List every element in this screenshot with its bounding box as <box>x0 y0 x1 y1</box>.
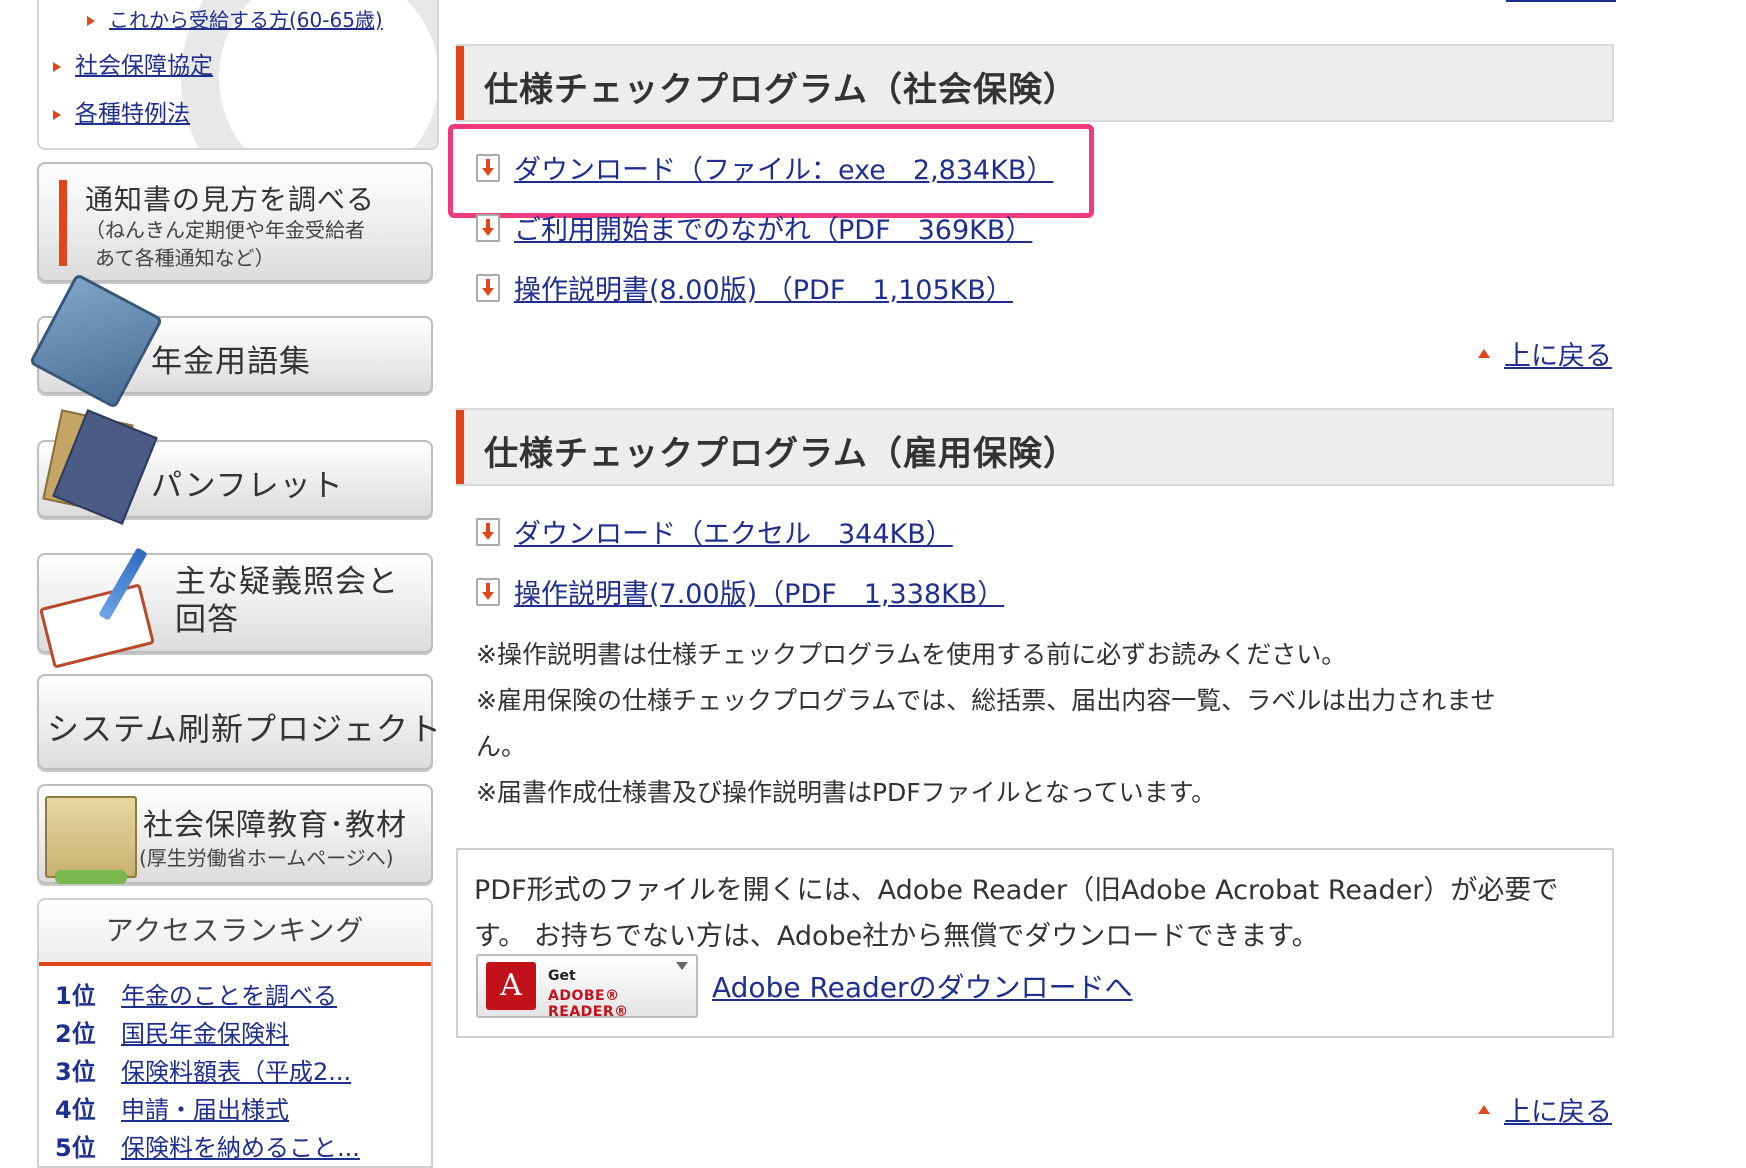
sidebar-item-social-security-agreement: 社会保障協定 <box>53 46 213 80</box>
section-title-employment-insurance: 仕様チェックプログラム（雇用保険） <box>484 434 1078 474</box>
ranking-item: 4位 申請・届出様式 <box>39 1090 431 1128</box>
notice-guide-subtitle: （ねんきん定期便や年金受給者 あて各種通知など） <box>85 216 365 272</box>
social-security-education-button[interactable]: 社会保障教育･教材 (厚生労働省ホームページへ) <box>37 784 433 884</box>
ranking-item: 1位 年金のことを調べる <box>39 976 431 1014</box>
back-to-top-link[interactable]: 上に戻る <box>1504 341 1612 372</box>
system-renewal-button[interactable]: システム刷新プロジェクト <box>37 674 441 770</box>
arrow-right-icon <box>87 16 95 26</box>
ranking-position: 3位 <box>55 1058 96 1086</box>
sidebar-item-pension-60-65: これから受給する方(60-65歳) <box>87 4 383 33</box>
qa-label-line1: 主な疑義照会と <box>175 564 399 600</box>
glossary-button[interactable]: 年金用語集 <box>28 272 433 410</box>
highlight-box <box>448 124 1094 218</box>
download-excel-item: ダウンロード（エクセル 344KB） <box>476 512 953 552</box>
education-sublabel: (厚生労働省ホームページへ) <box>139 846 394 870</box>
school-building-icon <box>45 796 137 884</box>
ranking-link[interactable]: 年金のことを調べる <box>121 982 337 1010</box>
arrow-up-icon <box>1478 349 1490 358</box>
top-link-underline <box>1506 0 1616 2</box>
section-header-employment-insurance: 仕様チェックプログラム（雇用保険） <box>456 408 1614 486</box>
ranking-position: 1位 <box>55 982 96 1010</box>
back-to-top-link-bottom[interactable]: 上に戻る <box>1504 1097 1612 1128</box>
pamphlet-label: パンフレット <box>151 468 344 504</box>
note-line: ん。 <box>476 732 527 761</box>
sidebar-link-social-security-agreement[interactable]: 社会保障協定 <box>75 53 213 79</box>
notice-guide-button[interactable]: 通知書の見方を調べる （ねんきん定期便や年金受給者 あて各種通知など） <box>37 162 433 282</box>
section-header-social-insurance: 仕様チェックプログラム（社会保険） <box>456 44 1614 122</box>
ranking-link[interactable]: 保険料額表（平成2... <box>121 1058 351 1086</box>
adobe-badge-get: Get <box>548 968 576 984</box>
education-label: 社会保障教育･教材 <box>143 808 407 843</box>
download-icon <box>476 577 500 606</box>
ranking-item: 2位 国民年金保険料 <box>39 1014 431 1052</box>
ranking-list: 1位 年金のことを調べる 2位 国民年金保険料 3位 保険料額表（平成2... 4位申… <box>39 966 431 1166</box>
notes: ※操作説明書は仕様チェックプログラムを使用する前に必ずお読みください。 ※雇用保… <box>476 632 1596 816</box>
sidebar-link-special-laws[interactable]: 各種特例法 <box>75 101 190 127</box>
note-line: ※雇用保険の仕様チェックプログラムでは、総括票、届出内容一覧、ラベルは出力されま… <box>476 686 1496 715</box>
flow-pdf-link[interactable]: ご利用開始までのながれ（PDF 369KB） <box>514 215 1032 246</box>
flow-pdf-item: ご利用開始までのながれ（PDF 369KB） <box>476 208 1032 248</box>
manual-7-link[interactable]: 操作説明書(7.00版)（PDF 1,338KB） <box>514 579 1004 610</box>
main-content: 仕様チェックプログラム（社会保険） ダウンロード（ファイル：exe 2,834K… <box>448 0 1616 1158</box>
ranking-position: 4位 <box>55 1096 96 1124</box>
sidebar-top-links: これから受給する方(60-65歳) 社会保障協定 各種特例法 <box>37 0 439 150</box>
manual-7-item: 操作説明書(7.00版)（PDF 1,338KB） <box>476 572 1004 612</box>
back-to-top-bottom: 上に戻る <box>1478 1090 1612 1128</box>
adobe-logo-icon: A <box>486 962 536 1010</box>
system-renewal-label: システム刷新プロジェクト <box>47 710 443 748</box>
book-icon <box>28 272 164 410</box>
download-icon <box>476 273 500 302</box>
access-ranking-title: アクセスランキング <box>105 914 365 947</box>
adobe-reader-download-link[interactable]: Adobe Readerのダウンロードへ <box>712 966 1133 1006</box>
sidebar-link-pension-60-65[interactable]: これから受給する方(60-65歳) <box>109 8 383 32</box>
notice-guide-title: 通知書の見方を調べる <box>85 183 376 216</box>
pdf-reader-notice: PDF形式のファイルを開くには、Adobe Reader（旧Adobe Acro… <box>456 848 1614 1038</box>
arrow-up-icon <box>1478 1105 1490 1114</box>
note-line: ※操作説明書は仕様チェックプログラムを使用する前に必ずお読みください。 <box>476 640 1347 669</box>
qa-button[interactable]: 主な疑義照会と 回答 <box>37 547 433 669</box>
manual-8-item: 操作説明書(8.00版) （PDF 1,105KB） <box>476 268 1013 308</box>
access-ranking: アクセスランキング 1位 年金のことを調べる 2位 国民年金保険料 3位 保険料額表（… <box>37 898 433 1168</box>
notice-guide-subtitle-line1: （ねんきん定期便や年金受給者 <box>85 218 365 242</box>
download-excel-link[interactable]: ダウンロード（エクセル 344KB） <box>514 519 953 550</box>
accent-bar <box>59 180 67 266</box>
ranking-item: 3位 保険料額表（平成2... <box>39 1052 431 1090</box>
qa-label-line2: 回答 <box>175 602 239 638</box>
pdf-notice-line1: PDF形式のファイルを開くには、Adobe Reader（旧Adobe Acro… <box>474 875 1559 906</box>
pamphlet-button[interactable]: パンフレット <box>37 409 433 525</box>
sidebar: これから受給する方(60-65歳) 社会保障協定 各種特例法 通知書の見方を調べ… <box>0 0 441 1168</box>
arrow-right-icon <box>53 110 61 120</box>
note-line: ※届書作成仕様書及び操作説明書はPDFファイルとなっています。 <box>476 778 1217 807</box>
download-icon <box>476 213 500 242</box>
arrow-right-icon <box>53 62 61 72</box>
qa-label: 主な疑義照会と 回答 <box>175 563 399 639</box>
download-icon <box>476 517 500 546</box>
download-arrow-icon <box>676 962 688 970</box>
section-title-social-insurance: 仕様チェックプログラム（社会保険） <box>484 70 1078 110</box>
sidebar-item-special-laws: 各種特例法 <box>53 94 190 128</box>
ranking-position: 2位 <box>55 1020 96 1048</box>
glossary-label: 年金用語集 <box>151 344 311 380</box>
back-to-top: 上に戻る <box>1478 334 1612 372</box>
ranking-item: 5位 保険料を納めること... <box>39 1128 431 1166</box>
ranking-link[interactable]: 国民年金保険料 <box>121 1020 289 1048</box>
get-adobe-reader-badge[interactable]: A Get ADOBE® READER® <box>476 954 698 1020</box>
adobe-badge-name: ADOBE® READER® <box>548 988 629 1020</box>
ranking-link[interactable]: 申請・届出様式 <box>121 1096 289 1124</box>
notice-guide-subtitle-line2: あて各種通知など） <box>95 246 275 270</box>
notebook-icon <box>39 583 155 669</box>
manual-8-link[interactable]: 操作説明書(8.00版) （PDF 1,105KB） <box>514 275 1013 306</box>
access-ranking-header: アクセスランキング <box>39 900 431 966</box>
pdf-notice-text: PDF形式のファイルを開くには、Adobe Reader（旧Adobe Acro… <box>474 868 1594 960</box>
